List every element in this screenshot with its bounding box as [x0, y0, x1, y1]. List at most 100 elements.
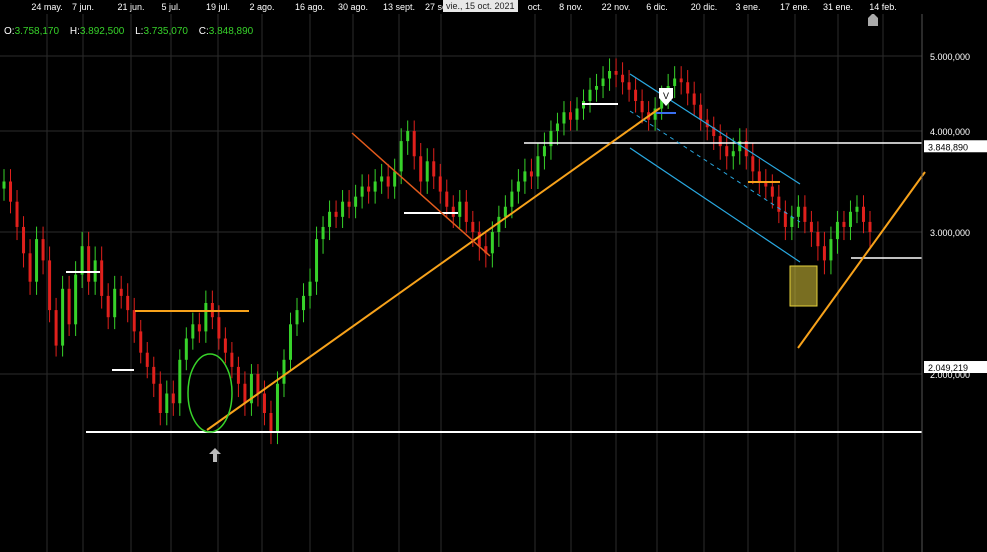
x-tick-label: 24 may.: [31, 2, 62, 12]
candle-body: [529, 171, 533, 177]
candle-body: [861, 206, 865, 222]
candle-body: [74, 274, 78, 325]
candle-body: [783, 211, 787, 227]
x-tick-label: 13 sept.: [383, 2, 415, 12]
candle-body: [432, 161, 436, 177]
candle-body: [380, 176, 384, 182]
candle-body: [692, 93, 696, 105]
candle-body: [595, 86, 599, 90]
x-tick-label: 16 ago.: [295, 2, 325, 12]
y-axis: 5.000,0004.000,0003.000,0002.000,0003.84…: [921, 14, 987, 552]
candle-body: [777, 196, 781, 212]
candle-body: [178, 359, 182, 404]
candle-body: [386, 176, 390, 187]
v-marker-label: V: [663, 91, 669, 101]
candle-body: [575, 108, 579, 120]
candle-body: [803, 206, 807, 222]
candle-body: [822, 246, 826, 261]
candle-body: [601, 78, 605, 86]
candle-body: [113, 288, 117, 318]
candle-body: [2, 181, 6, 189]
candle-body: [419, 156, 423, 182]
candle-body: [536, 156, 540, 177]
open-label: O:: [4, 26, 15, 37]
candle-body: [61, 288, 65, 346]
candle-body: [282, 359, 286, 384]
x-tick-label: 22 nov.: [602, 2, 631, 12]
candle-body: [757, 171, 761, 182]
candle-body: [171, 393, 175, 404]
candle-body: [67, 288, 71, 325]
candle-body: [634, 89, 638, 101]
candle-body: [184, 338, 188, 360]
overlays: V: [66, 13, 926, 462]
candle-body: [816, 232, 820, 247]
y-tick-label: 3.000,000: [930, 228, 970, 238]
candle-body: [360, 186, 364, 197]
candle-body: [145, 352, 149, 367]
candle-body: [523, 171, 527, 182]
stock-chart[interactable]: V 24 may. 7 jun. 21 jun. 5 jul. 19 jul. 2 ago…: [0, 0, 987, 552]
candle-body: [588, 89, 592, 101]
candles: [2, 58, 872, 445]
candle-body: [41, 239, 45, 261]
candle-body: [132, 310, 136, 332]
candle-body: [288, 324, 292, 360]
candle-body: [341, 201, 345, 217]
price-label: 2.049,219: [928, 363, 968, 373]
x-tick-label: 21 jun.: [117, 2, 144, 12]
price-label: 3.848,890: [928, 142, 968, 152]
candle-body: [106, 295, 110, 318]
candle-body: [347, 201, 351, 207]
candle-body: [842, 221, 846, 227]
candle-body: [262, 393, 266, 413]
candle-body: [100, 260, 104, 296]
candle-body: [158, 383, 162, 413]
x-tick-label: 17 ene.: [780, 2, 810, 12]
candle-body: [152, 366, 156, 384]
candle-body: [126, 295, 130, 311]
candle-body: [373, 181, 377, 192]
x-tick-label: 3 ene.: [735, 2, 760, 12]
candle-body: [354, 196, 358, 207]
candle-body: [770, 186, 774, 197]
candle-body: [393, 171, 397, 187]
highlight-box: [789, 265, 818, 307]
candle-body: [308, 281, 312, 296]
candle-body: [640, 101, 644, 113]
x-tick-label: 5 jul.: [161, 2, 180, 12]
candle-body: [503, 206, 507, 217]
high-label: H:: [69, 26, 80, 37]
candle-body: [191, 324, 195, 339]
candle-body: [256, 374, 260, 394]
candle-body: [35, 239, 39, 282]
candle-body: [275, 383, 279, 433]
x-tick-label: 6 dic.: [646, 2, 668, 12]
candle-body: [686, 82, 690, 94]
candle-body: [87, 246, 91, 282]
chart-grid: [0, 14, 922, 552]
candle-body: [328, 211, 332, 227]
candle-body: [204, 303, 208, 332]
candle-body: [48, 260, 52, 311]
candle-body: [236, 366, 240, 384]
candle-body: [412, 131, 416, 157]
candle-body: [119, 288, 123, 296]
x-tick-label: 2 ago.: [249, 2, 274, 12]
y-tick-label: 4.000,000: [930, 127, 970, 137]
candle-body: [679, 78, 683, 83]
candle-body: [54, 310, 58, 346]
candle-body: [438, 176, 442, 192]
candle-body: [868, 221, 872, 232]
candle-body: [315, 239, 319, 282]
uptrend-line-2: [797, 171, 926, 349]
candle-body: [542, 146, 546, 157]
x-tick-label: 19 jul.: [206, 2, 230, 12]
close-value: 3.848,890: [208, 26, 254, 37]
candle-body: [458, 201, 462, 217]
candle-body: [848, 211, 852, 227]
candle-body: [243, 383, 247, 404]
candle-body: [451, 206, 455, 217]
date-tooltip: vie., 15 oct. 2021: [443, 0, 518, 12]
candle-body: [295, 310, 299, 325]
